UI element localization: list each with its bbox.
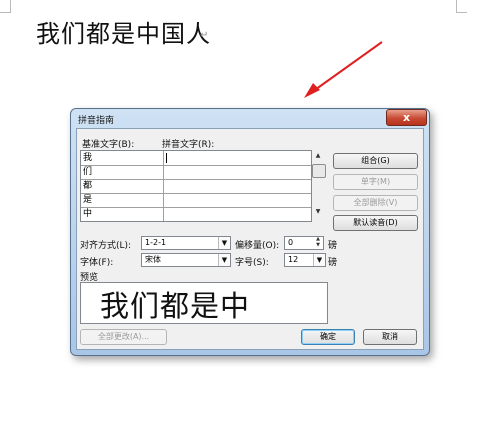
base-text-label: 基准文字(B): <box>82 140 135 150</box>
text-cursor <box>166 153 167 163</box>
single-char-button[interactable]: 单字(M) <box>333 174 418 190</box>
page-corner-mark-right <box>456 0 467 13</box>
offset-value: 0 <box>288 238 294 247</box>
grid-row: 都 <box>81 179 311 194</box>
grid-row: 中 <box>81 207 311 221</box>
spin-down-icon[interactable]: ▼ <box>313 242 323 248</box>
offset-spinner[interactable]: ▲ ▼ <box>313 236 323 249</box>
pinyin-text-label: 拼音文字(R): <box>162 140 215 150</box>
pinyin-text-cell[interactable] <box>163 151 312 165</box>
close-button[interactable]: x <box>386 109 427 126</box>
dialog-title: 拼音指南 <box>78 116 115 126</box>
alignment-value: 1-2-1 <box>145 238 167 247</box>
combine-button[interactable]: 组合(G) <box>333 153 418 169</box>
page-corner-mark-left <box>0 0 11 13</box>
chevron-down-icon: ▼ <box>218 254 230 266</box>
red-arrow-annotation <box>304 41 383 98</box>
size-unit: 磅 <box>328 258 338 268</box>
chevron-down-icon: ▼ <box>218 237 230 249</box>
pinyin-text-cell[interactable] <box>163 179 312 193</box>
paragraph-mark-icon: ↵ <box>200 30 209 41</box>
font-select[interactable]: 宋体 ▼ <box>141 253 231 267</box>
grid-row: 们 <box>81 165 311 180</box>
preview-text: 我们都是中 <box>100 289 251 323</box>
size-value: 12 <box>288 255 299 264</box>
scroll-down-arrow-icon[interactable]: ▼ <box>311 208 325 218</box>
base-text-cell[interactable]: 我 <box>83 151 92 165</box>
pinyin-text-cell[interactable] <box>163 193 312 207</box>
base-text-cell[interactable]: 们 <box>83 165 92 179</box>
offset-label: 偏移量(O): <box>235 241 280 251</box>
alignment-select[interactable]: 1-2-1 ▼ <box>141 236 231 250</box>
size-select[interactable]: 12 ▼ <box>284 253 326 267</box>
font-value: 宋体 <box>145 255 161 264</box>
grid-row: 是 <box>81 193 311 208</box>
font-label: 字体(F): <box>80 258 114 268</box>
change-all-button[interactable]: 全部更改(A)... <box>80 329 167 345</box>
scrollbar-thumb[interactable] <box>312 164 326 178</box>
pinyin-text-cell[interactable] <box>163 165 312 179</box>
cancel-button[interactable]: 取消 <box>363 329 417 345</box>
alignment-label: 对齐方式(L): <box>80 241 132 251</box>
default-reading-button[interactable]: 默认读音(D) <box>333 215 418 231</box>
scroll-up-arrow-icon[interactable]: ▲ <box>311 152 325 162</box>
grid-row: 我 <box>81 151 311 166</box>
pinyin-text-cell[interactable] <box>163 207 312 221</box>
base-text-cell[interactable]: 中 <box>83 207 92 221</box>
delete-all-button[interactable]: 全部删除(V) <box>333 195 418 211</box>
phonetic-grid: 我 们 都 是 中 <box>80 150 312 222</box>
offset-unit: 磅 <box>328 241 338 251</box>
base-text-cell[interactable]: 是 <box>83 193 92 207</box>
base-text-cell[interactable]: 都 <box>83 179 92 193</box>
size-label: 字号(S): <box>235 258 269 268</box>
chevron-down-icon: ▼ <box>313 254 325 266</box>
ok-button[interactable]: 确定 <box>301 329 355 345</box>
document-text[interactable]: 我们都是中国人 <box>36 14 211 49</box>
